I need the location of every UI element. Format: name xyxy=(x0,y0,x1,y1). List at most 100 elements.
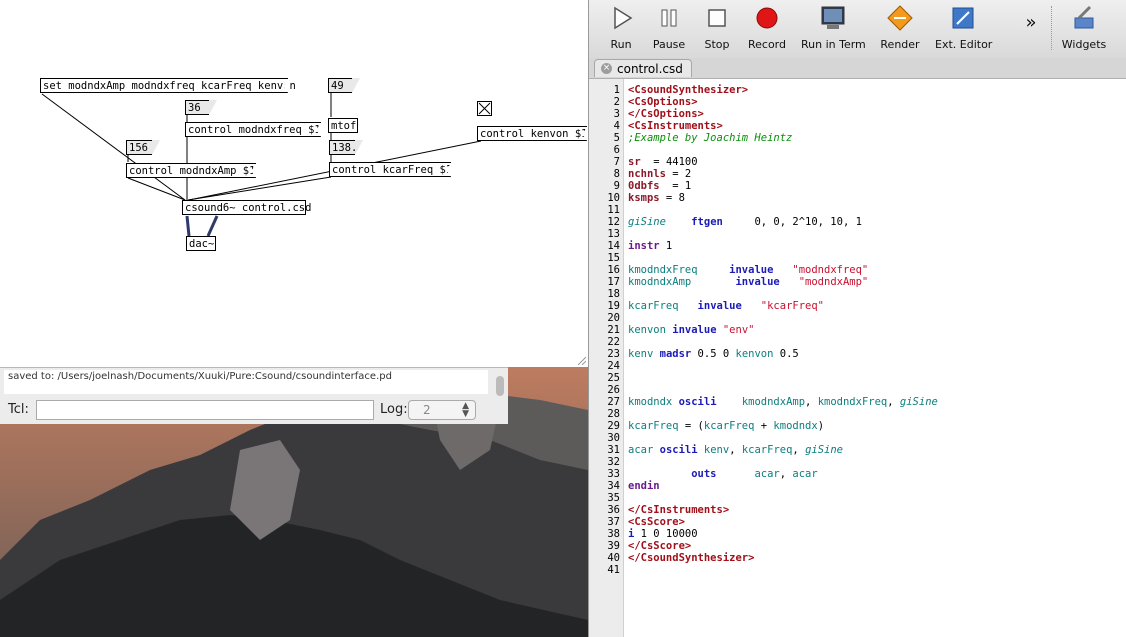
toggle-x-icon xyxy=(478,102,491,115)
code-line[interactable]: instr 1 xyxy=(628,240,672,252)
code-line[interactable]: kenv madsr 0.5 0 kenvon 0.5 xyxy=(628,348,799,360)
code-line[interactable]: acar oscili kenv, kcarFreq, giSine xyxy=(628,444,843,456)
line-number: 16 xyxy=(607,264,620,276)
pause-icon xyxy=(661,9,677,27)
line-number: 11 xyxy=(607,204,620,216)
tab-control-csd[interactable]: × control.csd xyxy=(594,59,692,77)
code-line[interactable]: ;Example by Joachim Heintz xyxy=(628,132,792,144)
stop-icon xyxy=(708,9,726,27)
line-number: 34 xyxy=(607,480,620,492)
line-number: 20 xyxy=(607,312,620,324)
code-line[interactable]: </CsScore> xyxy=(628,540,691,552)
code-line[interactable]: kmodndxFreq invalue "modndxfreq" xyxy=(628,264,868,276)
close-icon[interactable]: × xyxy=(601,63,612,74)
code-line[interactable]: </CsOptions> xyxy=(628,108,704,120)
line-number: 26 xyxy=(607,384,620,396)
message-control-modndxfreq[interactable]: control modndxfreq $1 xyxy=(185,122,322,138)
ext-editor-button[interactable]: Ext. Editor xyxy=(935,4,992,54)
number-box-49[interactable]: 49 xyxy=(328,78,360,93)
code-line[interactable]: kcarFreq = (kcarFreq + kmodndx) xyxy=(628,420,824,432)
line-number: 31 xyxy=(607,444,620,456)
code-token: invalue xyxy=(697,300,742,312)
record-label: Record xyxy=(747,38,786,51)
code-token: , xyxy=(887,396,900,408)
code-token: </CsScore> xyxy=(628,540,692,552)
code-token: nchnls xyxy=(628,168,666,180)
code-line[interactable]: <CsInstruments> xyxy=(628,120,723,132)
log-level-value: 2 xyxy=(423,403,431,417)
object-csound6[interactable]: csound6~ control.csd xyxy=(182,200,311,215)
code-line[interactable]: sr = 44100 xyxy=(628,156,698,168)
code-line[interactable]: giSine ftgen 0, 0, 2^10, 10, 1 xyxy=(628,216,862,228)
code-line[interactable]: </CsoundSynthesizer> xyxy=(628,552,754,564)
run-in-term-button[interactable]: Run in Term xyxy=(801,4,866,54)
code-line[interactable]: ksmps = 8 xyxy=(628,192,685,204)
code-token: sr xyxy=(628,156,641,168)
line-number: 12 xyxy=(607,216,620,228)
code-line[interactable]: <CsScore> xyxy=(628,516,685,528)
toggle-kenvon[interactable] xyxy=(477,101,492,116)
message-set-channels[interactable]: set modndxAmp modndxfreq kcarFreq kenvon xyxy=(40,78,296,94)
code-line[interactable]: <CsoundSynthesizer> xyxy=(628,84,748,96)
code-editor[interactable]: 1 2 3 4 5 6 7 8 9 10 11 12 13 14 15 16 17 18 19 20 21 22 23 24 2… xyxy=(589,79,1126,637)
console-scrollbar[interactable] xyxy=(496,376,504,396)
code-token: = 2 xyxy=(665,168,692,180)
code-token: = 8 xyxy=(659,192,685,204)
code-line[interactable]: i 1 0 10000 xyxy=(628,528,698,540)
run-label: Run xyxy=(610,38,632,51)
code-token: , xyxy=(792,444,806,456)
message-control-kcarfreq[interactable]: control kcarFreq $1 xyxy=(329,162,452,178)
line-number: 13 xyxy=(607,228,620,240)
object-dac[interactable]: dac~ xyxy=(186,236,216,251)
line-number: 14 xyxy=(607,240,620,252)
pause-button[interactable]: Pause xyxy=(647,4,691,54)
toolbar-overflow-button[interactable]: » xyxy=(1021,12,1041,62)
code-line[interactable]: kenvon invalue "env" xyxy=(628,324,754,336)
code-token: giSine xyxy=(899,396,938,408)
number-box-36[interactable]: 36 xyxy=(185,100,217,115)
tcl-input[interactable] xyxy=(36,400,374,420)
line-number: 24 xyxy=(607,360,620,372)
stop-button[interactable]: Stop xyxy=(697,4,737,54)
pd-patch-canvas[interactable]: set modndxAmp modndxfreq kcarFreq kenvon… xyxy=(0,0,588,367)
code-line[interactable]: kmodndxAmp invalue "modndxAmp" xyxy=(628,276,868,288)
line-number: 32 xyxy=(607,456,620,468)
message-control-kenvon[interactable]: control kenvon $1 xyxy=(477,126,588,142)
code-line[interactable]: endin xyxy=(628,480,660,492)
line-number: 6 xyxy=(613,144,620,156)
code-token: giSine xyxy=(628,216,666,228)
code-line[interactable]: outs acar, acar xyxy=(628,468,817,480)
line-number: 18 xyxy=(607,288,620,300)
line-number: 5 xyxy=(613,132,620,144)
object-mtof[interactable]: mtof xyxy=(328,118,358,133)
code-line[interactable]: nchnls = 2 xyxy=(628,168,691,180)
code-token: oscili xyxy=(659,444,698,456)
resize-grip-icon[interactable] xyxy=(576,355,586,365)
line-number: 35 xyxy=(607,492,620,504)
code-line[interactable]: </CsInstruments> xyxy=(628,504,729,516)
widgets-button[interactable]: Widgets xyxy=(1059,4,1109,54)
run-button[interactable]: Run xyxy=(601,4,641,54)
code-token: "env" xyxy=(722,324,755,336)
code-line[interactable]: <CsOptions> xyxy=(628,96,698,108)
number-box-156[interactable]: 156 xyxy=(126,140,160,155)
render-button[interactable]: Render xyxy=(879,4,921,54)
number-box-138-5[interactable]: 138.5 xyxy=(329,140,364,155)
line-number: 19 xyxy=(607,300,620,312)
code-line[interactable]: kcarFreq invalue "kcarFreq" xyxy=(628,300,824,312)
code-line[interactable]: 0dbfs = 1 xyxy=(628,180,691,192)
code-token: </CsInstruments> xyxy=(628,504,730,516)
message-control-modndxamp[interactable]: control modndxAmp $1 xyxy=(126,163,257,179)
code-token: giSine xyxy=(805,444,844,456)
code-token: acar xyxy=(754,468,780,480)
code-token: kmodndxAmp xyxy=(741,396,806,408)
log-level-select[interactable]: 2 ▲ ▼ xyxy=(408,400,476,420)
code-line[interactable]: kmodndx oscili kmodndxAmp, kmodndxFreq, … xyxy=(628,396,938,408)
code-token: kenvon xyxy=(735,348,774,360)
record-button[interactable]: Record xyxy=(743,4,791,54)
code-token: = ( xyxy=(678,420,704,432)
line-number: 10 xyxy=(607,192,620,204)
